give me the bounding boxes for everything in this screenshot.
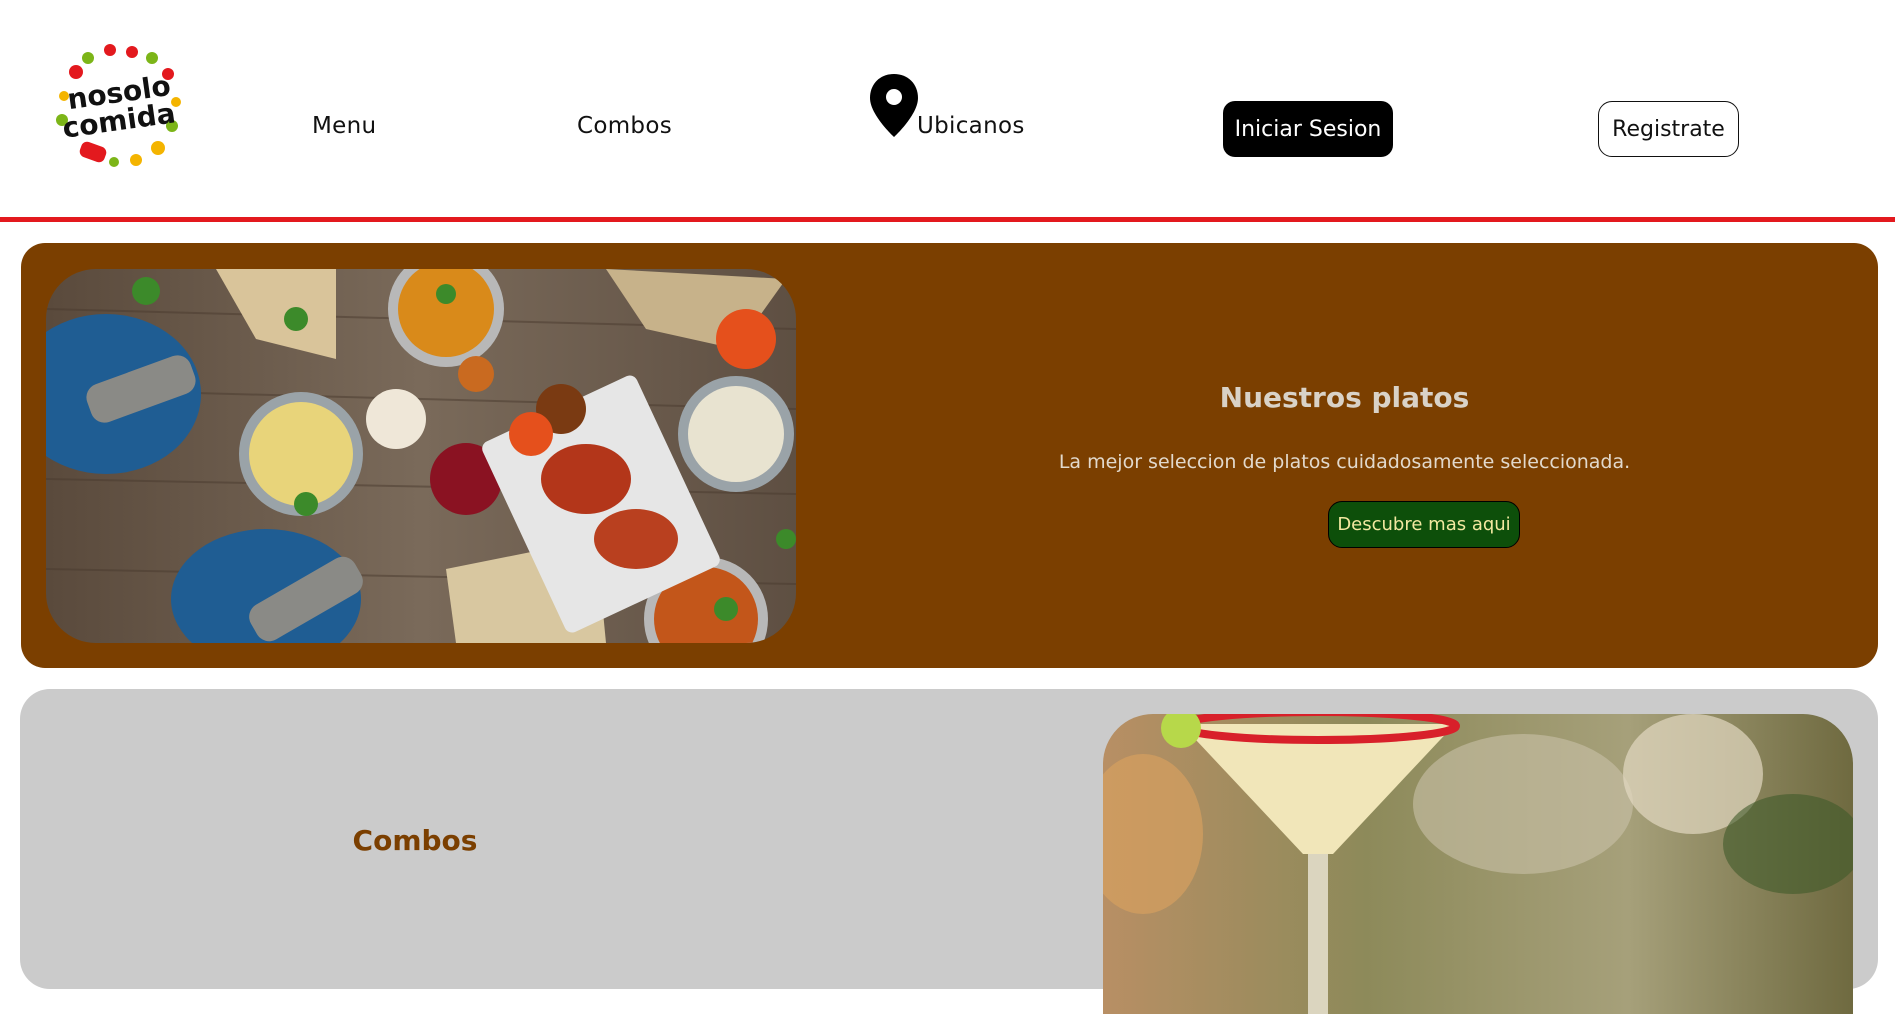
header-divider bbox=[0, 217, 1895, 222]
platos-heading: Nuestros platos bbox=[1219, 381, 1470, 414]
featured-combos-card: Combos bbox=[20, 689, 1878, 1014]
platos-description: La mejor seleccion de platos cuidadosame… bbox=[1058, 451, 1631, 473]
nav-combos-link[interactable]: Combos bbox=[577, 113, 672, 139]
nav-menu-link[interactable]: Menu bbox=[312, 113, 376, 139]
location-pin-icon[interactable] bbox=[869, 73, 919, 138]
login-button[interactable]: Iniciar Sesion bbox=[1223, 101, 1393, 157]
featured-platos-card: Nuestros platos La mejor seleccion de pl… bbox=[21, 243, 1878, 668]
dishes-photo bbox=[46, 269, 796, 643]
register-button[interactable]: Registrate bbox=[1598, 101, 1739, 157]
cocktail-photo bbox=[1103, 714, 1853, 1014]
site-logo[interactable]: nosolo comida bbox=[52, 40, 188, 172]
nav-ubicanos-link[interactable]: Ubicanos bbox=[917, 113, 1025, 139]
site-header: nosolo comida Menu Combos Ubicanos Inici… bbox=[0, 0, 1895, 218]
combos-heading: Combos bbox=[352, 824, 478, 857]
featured-platos-content: Nuestros platos La mejor seleccion de pl… bbox=[811, 243, 1878, 668]
discover-more-button[interactable]: Descubre mas aqui bbox=[1328, 501, 1520, 548]
